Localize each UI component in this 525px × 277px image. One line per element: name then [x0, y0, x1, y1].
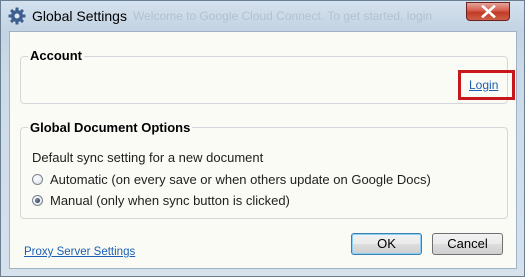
manual-sync-radio[interactable] [32, 195, 43, 206]
account-group [20, 56, 508, 104]
ok-button[interactable]: OK [351, 233, 422, 255]
manual-sync-label[interactable]: Manual (only when sync button is clicked… [50, 193, 290, 208]
background-ghost-text: Welcome to Google Cloud Connect. To get … [133, 9, 433, 23]
cancel-button[interactable]: Cancel [432, 233, 503, 255]
global-settings-window: Global Settings Welcome to Google Cloud … [0, 0, 525, 277]
automatic-sync-radio[interactable] [32, 174, 43, 185]
document-options-group-title: Global Document Options [28, 120, 193, 135]
close-button[interactable] [466, 2, 510, 21]
settings-content: Account Login Global Document Options De… [9, 31, 517, 269]
gear-icon [8, 7, 26, 25]
sync-setting-description: Default sync setting for a new document [32, 150, 264, 165]
proxy-server-settings-link[interactable]: Proxy Server Settings [24, 246, 135, 258]
close-icon [481, 5, 496, 18]
title-bar: Global Settings Welcome to Google Cloud … [1, 1, 524, 31]
login-link[interactable]: Login [469, 78, 498, 92]
window-title: Global Settings [32, 8, 127, 24]
account-group-title: Account [28, 48, 84, 63]
automatic-sync-label[interactable]: Automatic (on every save or when others … [50, 172, 431, 187]
